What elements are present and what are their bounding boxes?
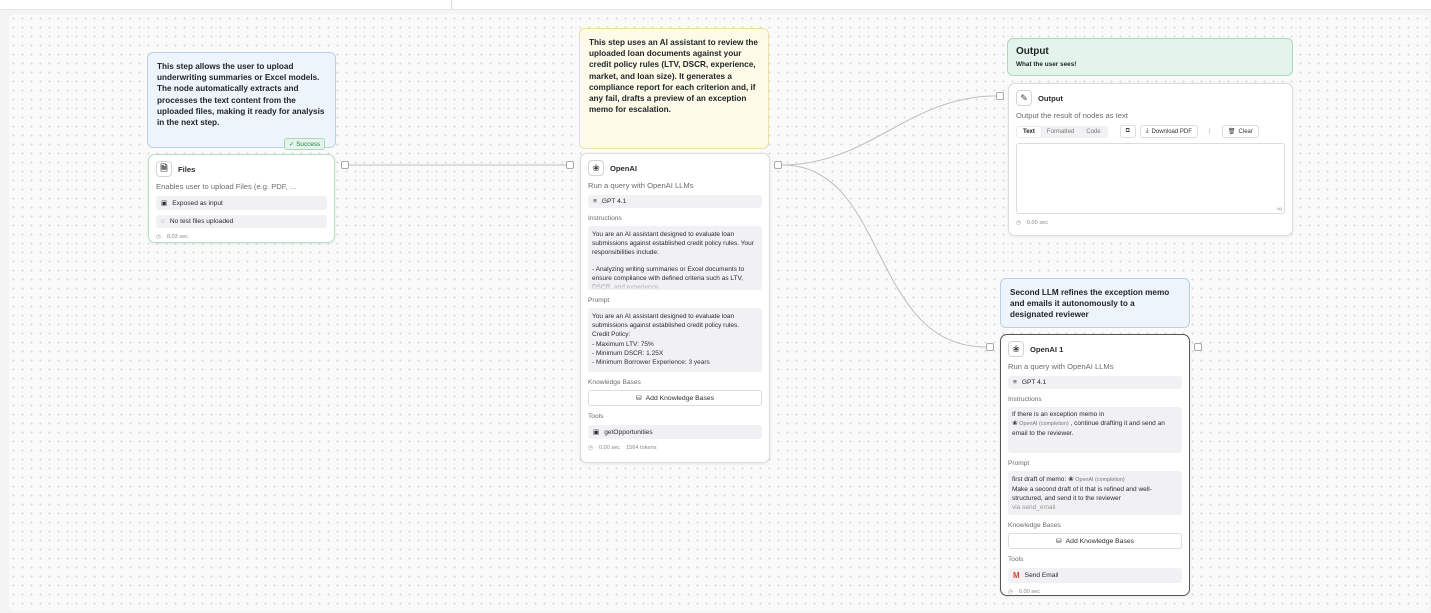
model-selector[interactable]: ≡ GPT 4.1 [588, 195, 762, 208]
database-icon: ⛁ [635, 395, 642, 402]
second-llm-note: Second LLM refines the exception memo an… [1000, 278, 1190, 328]
top-panel-left [0, 0, 452, 10]
exposed-as-input[interactable]: ▣ Exposed as input [156, 196, 327, 210]
openai-output-handle[interactable] [774, 161, 782, 169]
trash-icon: 🗑 [1227, 129, 1236, 135]
openai-icon: ❀ [588, 160, 604, 176]
tools-label: Tools [1008, 556, 1024, 563]
openai-ref-icon: ❀ [1012, 420, 1018, 428]
tool-get-opportunities[interactable]: ▣ getOpportunities [588, 425, 762, 439]
openai1-node-meta: ◷ 0.00 sec [1008, 589, 1041, 595]
layers-icon: ≡ [593, 198, 597, 205]
instructions-label: Instructions [588, 215, 622, 222]
files-node-description: Enables user to upload Files (e.g. PDF, … [156, 182, 297, 191]
output-note-title: Output [1016, 46, 1049, 57]
layers-icon: ≡ [1013, 379, 1017, 386]
prompt-field[interactable]: You are an AI assistant designed to eval… [588, 308, 762, 372]
reference-chip: OpenAI (completion) [1075, 477, 1125, 483]
reference-chip: OpenAI (completion) [1019, 421, 1069, 428]
file-icon: 🗎 [156, 161, 172, 177]
openai-node-meta: ◷ 0.00 sec 1564 tokens [588, 445, 657, 451]
clock-icon: ◷ [1008, 589, 1013, 595]
prompt-field[interactable]: first draft of memo: ❀ OpenAI (completio… [1008, 471, 1182, 515]
download-pdf-button[interactable]: ⤓ Download PDF [1139, 125, 1198, 138]
clock-icon: ◷ [156, 234, 161, 240]
copy-button[interactable]: ⧉ [1119, 125, 1136, 138]
input-icon: ▣ [161, 200, 168, 207]
dashed-circle-icon: ◌ [161, 218, 165, 225]
openai1-node-description: Run a query with OpenAI LLMs [1008, 362, 1114, 371]
openai-icon: ❀ [1008, 341, 1024, 357]
clock-icon: ◷ [1016, 220, 1021, 226]
openai-node[interactable]: ❀ OpenAI Run a query with OpenAI LLMs ≡ … [580, 153, 770, 463]
openai1-node[interactable]: ❀ OpenAI 1 Run a query with OpenAI LLMs … [1000, 334, 1190, 596]
output-toolbar: Text Formatted Code ⧉ ⤓ Download PDF ⋮ 🗑… [1016, 125, 1285, 138]
openai-ref-icon: ❀ [1068, 476, 1074, 483]
openai-note-text: This step uses an AI assistant to review… [589, 38, 758, 115]
output-node-title: Output [1038, 93, 1063, 103]
output-note-subtitle: What the user sees! [1016, 60, 1077, 68]
output-input-handle[interactable] [996, 92, 1004, 100]
openai-node-title: OpenAI [610, 163, 638, 173]
database-icon: ⛁ [1055, 538, 1062, 545]
instructions-label: Instructions [1008, 396, 1042, 403]
output-node-meta: ◷ 0.00 sec [1016, 220, 1049, 226]
openai-node-description: Run a query with OpenAI LLMs [588, 181, 694, 190]
tab-formatted[interactable]: Formatted [1041, 127, 1080, 137]
tools-label: Tools [588, 413, 604, 420]
files-output-handle[interactable] [341, 161, 349, 169]
workflow-canvas[interactable]: This step allows the user to upload unde… [9, 14, 1429, 611]
output-node-description: Output the result of nodes as text [1016, 111, 1128, 120]
openai-note: This step uses an AI assistant to review… [579, 28, 769, 149]
kb-label: Knowledge Bases [588, 379, 641, 386]
prompt-label: Prompt [588, 297, 610, 304]
files-note-text: This step allows the user to upload unde… [157, 62, 325, 128]
output-note: Output What the user sees! [1007, 38, 1293, 76]
model-selector[interactable]: ≡ GPT 4.1 [1008, 376, 1182, 389]
kb-label: Knowledge Bases [1008, 522, 1061, 529]
success-badge: ✓ Success [284, 138, 326, 150]
add-knowledge-bases-button[interactable]: ⛁ Add Knowledge Bases [1008, 533, 1182, 549]
more-button[interactable]: ⋮ [1201, 126, 1218, 137]
prompt-label: Prompt [1008, 460, 1030, 467]
files-node[interactable]: 🗎 Files Enables user to upload Files (e.… [148, 154, 335, 243]
files-note: This step allows the user to upload unde… [147, 52, 336, 148]
clear-button[interactable]: 🗑 Clear [1221, 125, 1259, 138]
output-textarea[interactable]: ∞ [1016, 143, 1285, 214]
no-test-files[interactable]: ◌ No test files uploaded [156, 215, 327, 228]
openai1-node-title: OpenAI 1 [1030, 344, 1064, 354]
top-panel-right [453, 0, 1431, 10]
gmail-icon: M [1013, 571, 1020, 580]
openai-input-handle[interactable] [566, 161, 574, 169]
openai1-input-handle[interactable] [986, 343, 994, 351]
edge-openai-output [781, 95, 997, 166]
files-node-title: Files [178, 164, 196, 174]
instructions-field[interactable]: If there is an exception memo in ❀ OpenA… [1008, 407, 1182, 453]
tab-text[interactable]: Text [1017, 126, 1041, 137]
openai1-output-handle[interactable] [1194, 343, 1202, 351]
copy-icon: ⧉ [1125, 128, 1130, 134]
edge-openai-openai1 [781, 164, 987, 348]
instructions-field[interactable]: You are an AI assistant designed to eval… [588, 226, 762, 290]
clock-icon: ◷ [588, 445, 593, 451]
pencil-icon: ✎ [1016, 90, 1032, 106]
image-placeholder-icon: ▣ [593, 429, 600, 436]
tool-send-email[interactable]: M Send Email [1008, 568, 1182, 583]
more-icon: ⋮ [1206, 129, 1213, 135]
resize-handle-icon[interactable]: ∞ [1277, 206, 1282, 213]
add-knowledge-bases-button[interactable]: ⛁ Add Knowledge Bases [588, 390, 762, 406]
files-node-meta: ◷ 8.03 sec [156, 234, 189, 240]
tab-code[interactable]: Code [1080, 127, 1106, 137]
second-llm-note-text: Second LLM refines the exception memo an… [1010, 288, 1170, 320]
output-tabs: Text Formatted Code [1016, 125, 1108, 138]
output-node[interactable]: ✎ Output Output the result of nodes as t… [1008, 83, 1293, 236]
download-icon: ⤓ [1145, 128, 1149, 134]
